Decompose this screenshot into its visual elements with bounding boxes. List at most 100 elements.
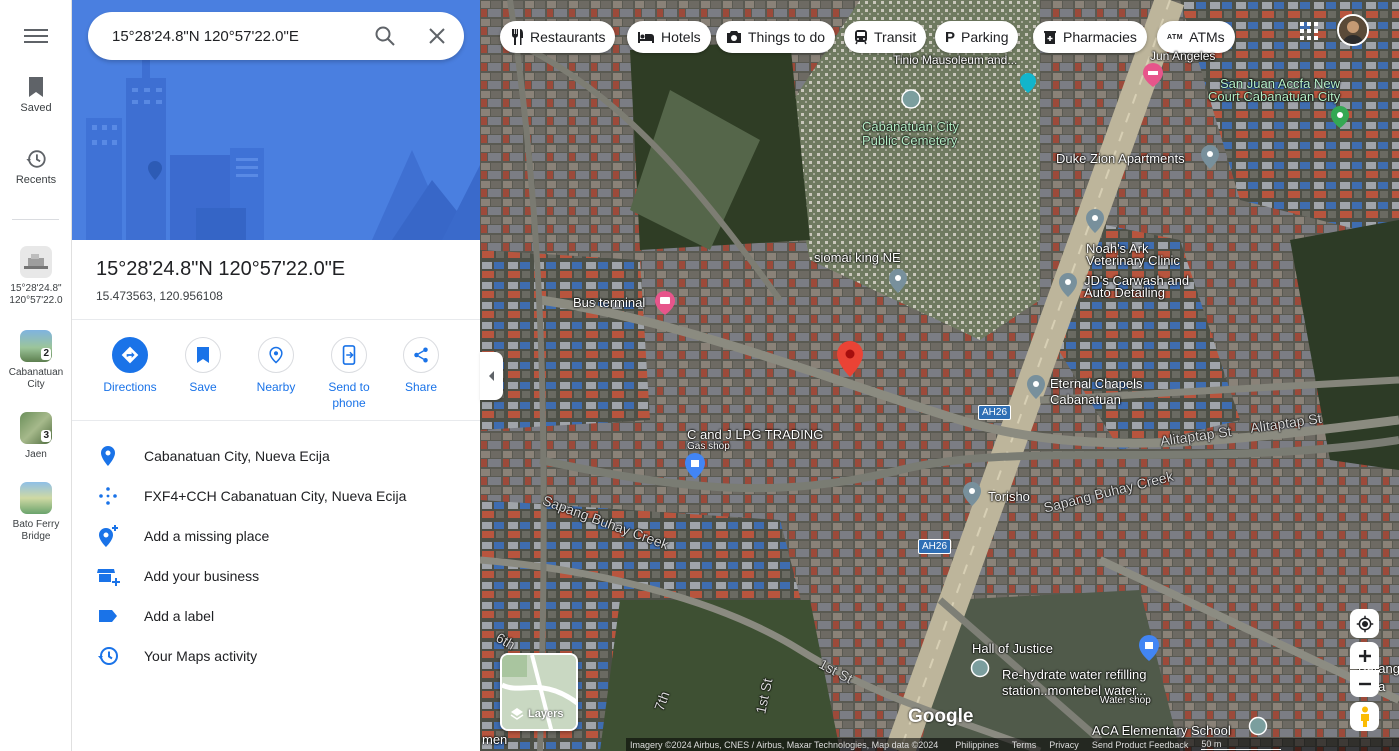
address-text: Cabanatuan City, Nueva Ecija (144, 448, 330, 464)
chip-restaurants[interactable]: Restaurants (500, 21, 616, 53)
search-icon[interactable] (373, 24, 397, 48)
layers-icon (510, 708, 524, 720)
place-pin-icon[interactable] (1200, 144, 1220, 170)
apps-grid-icon[interactable] (1299, 21, 1319, 41)
map-label-duke-zion[interactable]: Duke Zion Apartments (1056, 151, 1185, 166)
pegman-button[interactable] (1350, 702, 1379, 731)
directions-label: Directions (103, 380, 157, 394)
map-label-rehydrate[interactable]: Re-hydrate water refilling (1002, 667, 1147, 682)
history-icon (26, 150, 46, 168)
imagery-attribution: Imagery ©2024 Airbus, CNES / Airbus, Max… (630, 739, 939, 750)
minus-icon (1358, 682, 1371, 685)
zoom-in-button[interactable] (1350, 642, 1379, 669)
directions-icon (121, 346, 139, 364)
directions-button[interactable]: Directions (98, 337, 162, 395)
search-input[interactable] (112, 24, 362, 48)
avatar[interactable] (1337, 14, 1369, 46)
send-to-phone-button[interactable]: Send to phone (317, 337, 381, 411)
map-label-jun-angeles[interactable]: Jun Angeles (1150, 49, 1215, 63)
menu-icon[interactable] (22, 26, 50, 46)
map-footer: Imagery ©2024 Airbus, CNES / Airbus, Max… (626, 738, 1399, 751)
zoom-out-button[interactable] (1350, 670, 1379, 697)
recents-button[interactable]: Recents (0, 148, 72, 186)
history-icon (98, 647, 118, 665)
my-location-button[interactable] (1350, 609, 1379, 638)
close-icon[interactable] (425, 24, 449, 48)
place-decimal-coordinates: 15.473563, 120.956108 (96, 289, 223, 303)
bus-pin-icon[interactable] (654, 290, 676, 316)
camera-icon (727, 31, 741, 43)
layers-label: Layers (528, 708, 564, 720)
satellite-imagery (480, 0, 1399, 751)
cemetery-pin-icon[interactable] (900, 88, 922, 110)
map-label-hall-of-justice[interactable]: Hall of Justice (972, 641, 1053, 656)
recent-thumbnail (20, 482, 52, 514)
saved-button[interactable]: Saved (0, 76, 72, 114)
collapse-panel-button[interactable] (480, 352, 503, 400)
recent-label: Jaen (25, 449, 47, 460)
place-pin-icon[interactable] (962, 481, 982, 507)
map-label-cj-lpg[interactable]: C and J LPG TRADING (687, 427, 823, 442)
my-location-icon (1356, 615, 1373, 632)
info-row-address[interactable]: Cabanatuan City, Nueva Ecija (72, 436, 480, 476)
chip-label: Pharmacies (1063, 29, 1137, 45)
recent-item-bato-ferry[interactable]: Bato Ferry Bridge (0, 482, 72, 543)
scale-bar[interactable]: 50 m (1201, 739, 1282, 750)
chip-transit[interactable]: Transit (844, 21, 927, 53)
map-label-cemetery[interactable]: Cabanatuan City (862, 119, 959, 134)
chip-parking[interactable]: P Parking (935, 21, 1019, 53)
courthouse-pin-icon[interactable] (970, 658, 990, 678)
info-row-add-label[interactable]: Add a label (72, 596, 480, 636)
nearby-button[interactable]: Nearby (244, 337, 308, 395)
left-rail: Saved Recents 15°28'24.8" 120°57'22.0 2 … (0, 0, 72, 751)
government-pin-icon[interactable] (1330, 105, 1350, 129)
terms-link[interactable]: Terms (1012, 740, 1037, 750)
divider (72, 319, 480, 320)
share-button[interactable]: Share (389, 337, 453, 395)
plus-code-icon (99, 487, 117, 505)
privacy-link[interactable]: Privacy (1049, 740, 1079, 750)
place-pin-icon[interactable] (888, 268, 908, 294)
attraction-pin-icon[interactable] (1018, 72, 1038, 94)
info-row-add-place[interactable]: Add a missing place (72, 516, 480, 556)
map-label-eternal-chapels[interactable]: Eternal Chapels (1050, 376, 1143, 391)
place-pin-icon[interactable] (1058, 272, 1078, 298)
shopping-pin-icon[interactable] (684, 452, 706, 480)
info-row-add-business[interactable]: Add your business (72, 556, 480, 596)
map-label-court[interactable]: Court Cabanatuan City (1208, 89, 1340, 104)
add-label-text: Add a label (144, 608, 215, 624)
layers-button[interactable]: Layers (500, 653, 578, 731)
recent-thumbnail (20, 246, 52, 278)
google-logo: Google (908, 706, 974, 727)
plus-icon (1358, 649, 1371, 662)
place-pin-icon[interactable] (1026, 374, 1046, 400)
map-label-siomai-king[interactable]: siomai king NE (814, 250, 901, 265)
recent-item-jaen[interactable]: 3 Jaen (0, 412, 72, 461)
map-label-torisho[interactable]: Torisho (988, 489, 1030, 504)
feedback-link[interactable]: Send Product Feedback (1092, 740, 1189, 750)
satellite-map[interactable]: Jun Angeles Tinio Mausoleum and... San J… (480, 0, 1399, 751)
hotel-pin-icon[interactable] (1142, 62, 1164, 88)
search-box (88, 12, 464, 60)
school-pin-icon[interactable] (1248, 716, 1268, 736)
chip-pharmacies[interactable]: Pharmacies (1033, 21, 1147, 53)
shopping-pin-icon[interactable] (1138, 634, 1160, 662)
map-label-cj-lpg-category: Gas shop (687, 441, 730, 452)
map-label-tinio[interactable]: Tinio Mausoleum and... (893, 53, 1017, 67)
chip-hotels[interactable]: Hotels (627, 21, 711, 53)
nearby-label: Nearby (256, 380, 296, 394)
info-row-maps-activity[interactable]: Your Maps activity (72, 636, 480, 676)
map-label-bus-terminal[interactable]: Bus terminal (573, 295, 645, 310)
dropped-pin-icon[interactable] (836, 340, 864, 378)
chip-things-to-do[interactable]: Things to do (716, 21, 836, 53)
map-label-aca-school[interactable]: ACA Elementary School (1092, 723, 1231, 738)
chip-label: Hotels (661, 29, 701, 45)
recent-thumbnail: 2 (20, 330, 52, 362)
recent-item-cabanatuan[interactable]: 2 Cabanatuan City (0, 330, 72, 391)
recent-item-coordinates[interactable]: 15°28'24.8" 120°57'22.0 (0, 246, 72, 307)
place-pin-icon[interactable] (1085, 208, 1105, 234)
map-label-eternal-chapels-2: Cabanatuan (1050, 392, 1121, 407)
info-row-plus-code[interactable]: FXF4+CCH Cabanatuan City, Nueva Ecija (72, 476, 480, 516)
nearby-icon (269, 346, 283, 364)
save-button[interactable]: Save (171, 337, 235, 395)
